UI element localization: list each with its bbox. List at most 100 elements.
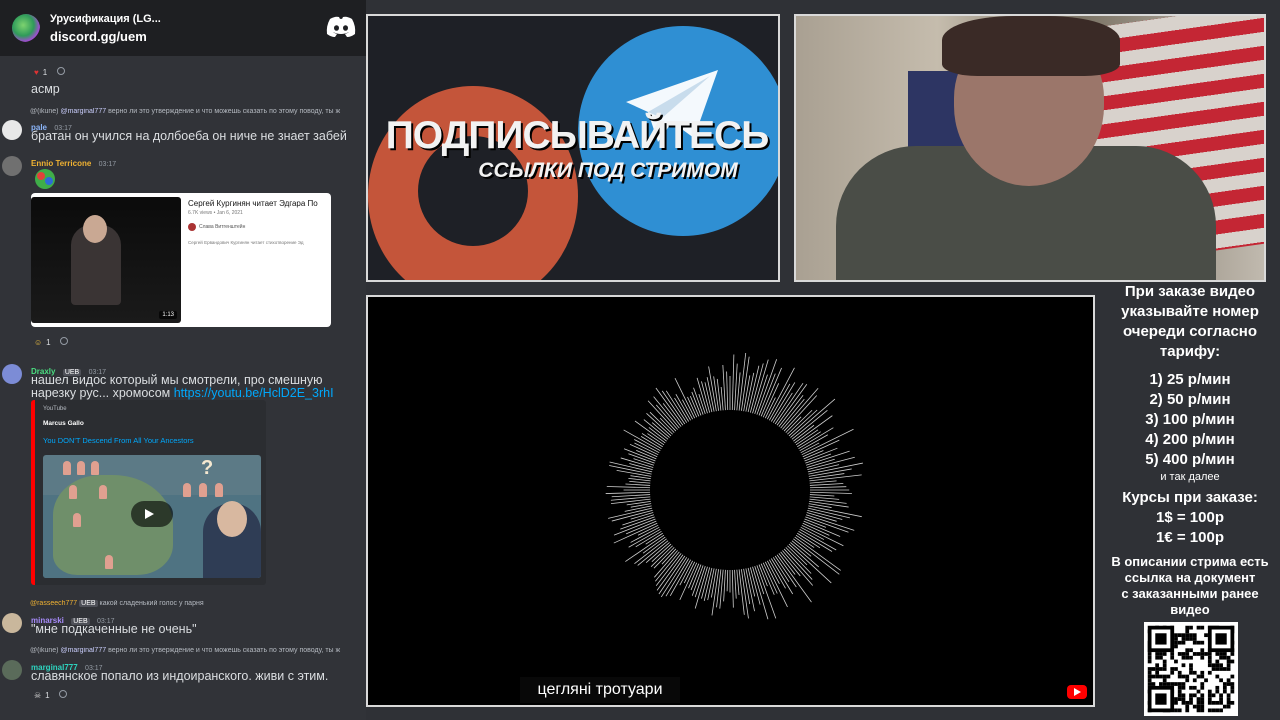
qr-module [1215,667,1220,671]
play-triangle [145,509,154,519]
order-info: При заказе видео указывайте номер очеред… [1100,282,1280,618]
qr-module [1162,674,1167,679]
waveform-bar [693,387,704,415]
thumbnail-face [217,501,247,537]
waveform-bar [722,365,726,411]
reaction[interactable]: ☠ 1 [34,691,50,700]
avatar[interactable] [2,613,22,633]
qr-module [1192,704,1197,709]
qr-module [1219,700,1223,705]
qr-module [1155,670,1160,675]
reaction-count: 1 [45,691,50,700]
avatar[interactable] [2,660,22,680]
waveform-bar [645,532,663,545]
qr-module [1185,633,1190,638]
video-description: Сергей Ервандович Кургинян читает стихот… [188,240,304,245]
author-name: Слава Витгенштейн [199,224,246,230]
discord-chat-panel: Урусификация (LG... discord.gg/uem ♥ 1 ас… [0,0,366,720]
skull-emoji-icon: ☠ [34,691,42,700]
embed-title[interactable]: You DON'T Descend From All Your Ancestor… [43,436,194,445]
qr-module [1189,663,1193,668]
add-reaction-icon[interactable] [56,67,65,75]
add-reaction-icon[interactable] [58,690,67,698]
qr-module [1222,704,1227,709]
qr-module [1219,697,1223,701]
video-thumbnail[interactable]: 1:13 [31,197,181,323]
qr-module [1226,663,1231,668]
avatar[interactable] [2,120,22,140]
video-title[interactable]: Сергей Кургинян читает Эдгара По [188,199,318,208]
question-mark-icon: ? [201,457,214,479]
qr-module [1192,693,1197,698]
qr-module [1170,682,1175,686]
qr-module [1189,633,1193,638]
figure [183,483,191,497]
qr-module [1222,652,1227,656]
waveform-bar [809,496,840,500]
waveform-bar [651,543,672,562]
waveform-bar [809,486,847,489]
embed-video-thumbnail[interactable]: ? [43,455,261,578]
qr-module [1219,655,1223,660]
qr-module [1196,700,1201,705]
waveform-bar [622,514,655,526]
qr-module [1207,659,1212,664]
video-embed[interactable]: 1:13 Сергей Кургинян читает Эдгара По 6.… [31,193,331,327]
qr-module [1181,663,1186,668]
thumbnail-face [83,215,107,243]
add-reaction-icon[interactable] [59,337,68,345]
qr-module [1181,674,1186,679]
qr-module [1151,674,1156,679]
play-icon[interactable] [131,501,173,527]
qr-module [1222,667,1227,671]
avatar[interactable] [2,156,22,176]
qr-module [1155,652,1160,656]
figure [215,483,223,497]
waveform-bar [778,394,804,427]
tariff-item: 3) 100 р/мин [1145,411,1235,428]
qr-finder [1155,693,1167,705]
reply-user: @(ikune) [30,108,59,115]
laugh-emoji-icon: ☺ [34,338,43,347]
video-author[interactable]: Слава Витгенштейн [188,223,245,231]
qr-module [1177,633,1182,638]
message-link[interactable]: https://youtu.be/HclD2E_3rhI [174,386,334,400]
qr-module [1215,689,1220,694]
qr-module [1181,655,1186,660]
audio-visualizer: цегляні тротуари [366,295,1095,707]
qr-module [1215,674,1220,679]
reaction[interactable]: ☺ 1 [34,338,51,347]
reply-user: @rasseech777 [30,600,78,607]
qr-module [1192,640,1197,645]
qr-module [1177,682,1182,686]
waveform-bar [731,354,735,411]
qr-module [1219,708,1223,713]
reply-preview[interactable]: @rasseech777 UEB какой сладенький голос … [30,600,366,607]
qr-module [1162,652,1167,656]
info-text: ссылка на документ [1124,570,1256,585]
reaction-bar: ♥ 1 [34,64,366,78]
qr-module [1226,655,1231,660]
qr-module [1192,652,1197,656]
qr-module [1181,682,1186,686]
qr-module [1207,700,1212,705]
qr-module [1151,667,1156,671]
promo-banner: ПОДПИСЫВАЙТЕСЬ ССЫЛКИ ПОД СТРИМОМ [366,14,780,282]
qr-module [1174,637,1178,641]
qr-module [1170,670,1175,675]
waveform-bar [754,374,768,415]
embed-author[interactable]: Marcus Gallo [43,420,84,427]
info-text: тарифу: [1159,343,1221,360]
reaction[interactable]: ♥ 1 [34,68,47,77]
qr-module [1170,667,1175,671]
reply-preview[interactable]: @(ikune) @marginal777 верно ли это утвер… [30,647,366,654]
waveform-bar [809,498,847,504]
avatar[interactable] [2,364,22,384]
info-text: указывайте номер [1121,303,1259,320]
webcam-feed [794,14,1266,282]
waveform-bar [711,568,717,598]
reply-preview[interactable]: @(ikune) @marginal777 верно ли это утвер… [30,108,366,115]
qr-module [1226,678,1231,683]
qr-module [1192,633,1197,638]
message-text: славянское попало из индоиранского. живи… [31,669,329,683]
